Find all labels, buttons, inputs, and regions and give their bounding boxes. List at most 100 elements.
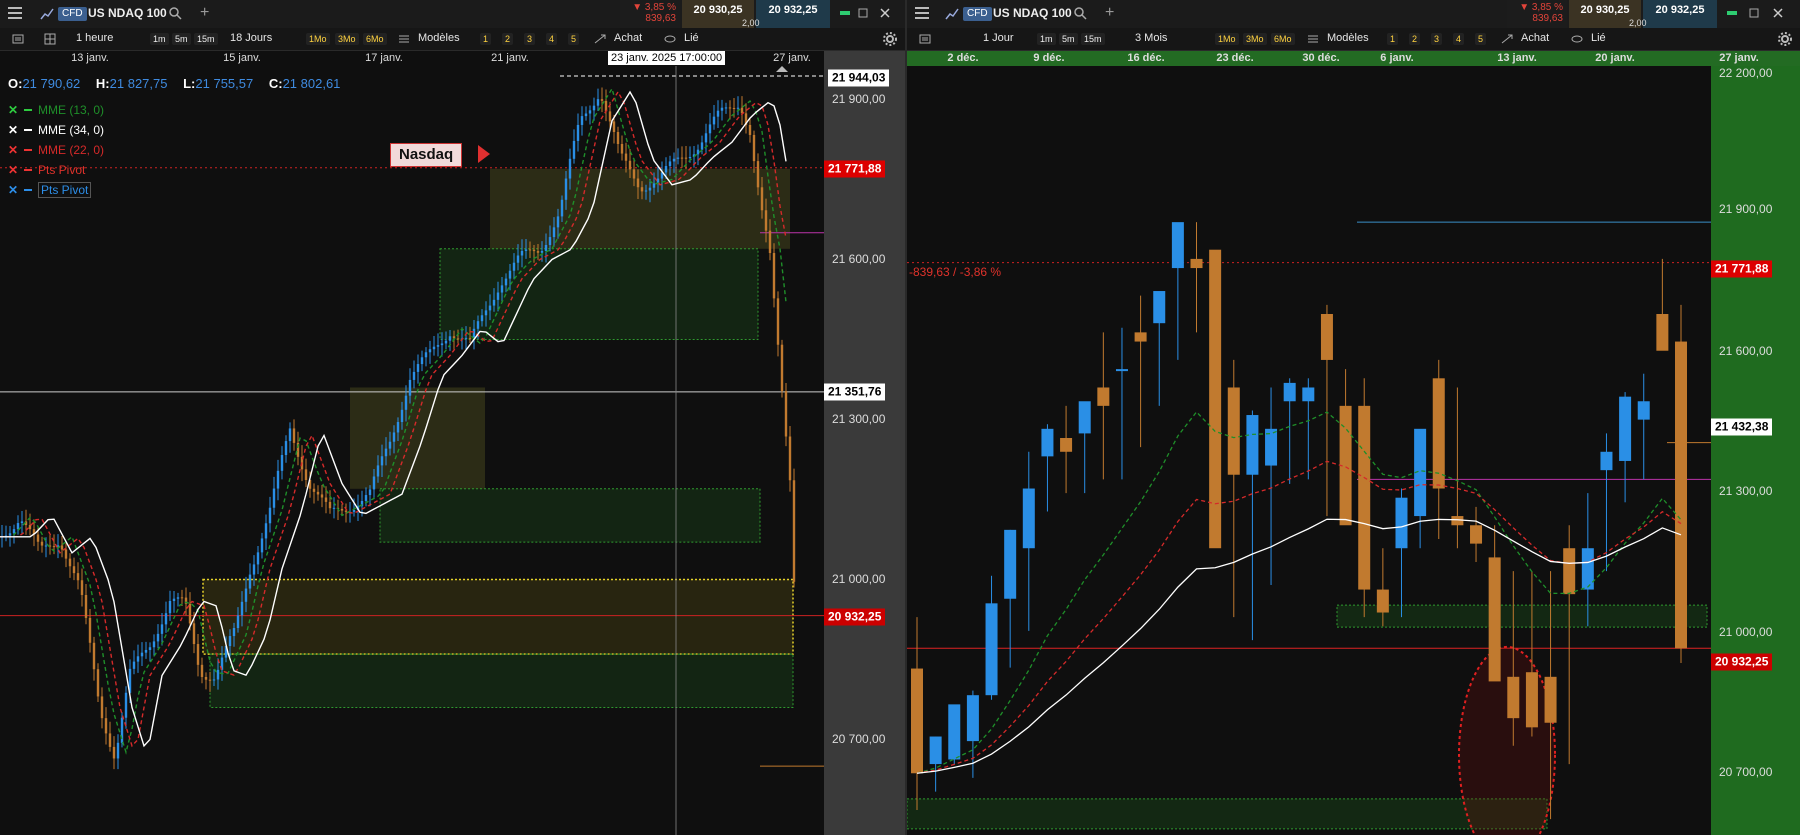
- range-select[interactable]: 18 Jours: [230, 32, 272, 44]
- menu-icon[interactable]: [8, 7, 22, 19]
- ohlc-label: C:: [268, 76, 283, 91]
- buy-button[interactable]: Achat: [614, 32, 642, 44]
- link-icon[interactable]: [1571, 33, 1583, 45]
- models-button[interactable]: Modèles: [418, 32, 460, 44]
- legend-ema34[interactable]: ✕ MME (34, 0): [8, 120, 104, 140]
- candle-body: [929, 736, 942, 765]
- range-1mo[interactable]: 1Mo: [1215, 33, 1239, 45]
- remove-icon: ✕: [8, 183, 19, 197]
- highlight-ellipse: [1458, 645, 1556, 835]
- candle-body: [600, 99, 604, 101]
- hourly-price-chart[interactable]: [0, 66, 824, 835]
- candle-body: [140, 652, 144, 657]
- expand-icon[interactable]: [1749, 8, 1759, 18]
- candle-body: [104, 718, 108, 734]
- grid-icon[interactable]: [44, 33, 56, 45]
- gear-icon[interactable]: [883, 32, 897, 46]
- expand-icon[interactable]: [858, 8, 868, 18]
- layout-5[interactable]: 5: [1475, 33, 1487, 45]
- add-tab-icon[interactable]: +: [200, 4, 209, 22]
- pivot-diff-label: -839,63 / -3,86 %: [909, 265, 1002, 279]
- range-select[interactable]: 3 Mois: [1135, 32, 1167, 44]
- list-icon[interactable]: [919, 33, 931, 45]
- nasdaq-annotation[interactable]: Nasdaq: [390, 143, 463, 167]
- candle-body: [288, 428, 292, 442]
- layout-5[interactable]: 5: [568, 33, 580, 45]
- search-icon[interactable]: [1073, 6, 1087, 20]
- link-icon[interactable]: [664, 33, 676, 45]
- legend-ema22[interactable]: ✕ MME (22, 0): [8, 140, 104, 160]
- range-3mo[interactable]: 3Mo: [335, 33, 359, 45]
- pivot-price-tag: 21 771,88: [824, 160, 886, 178]
- ref-price-tag: 21 351,76: [824, 383, 886, 401]
- layout-4[interactable]: 4: [546, 33, 558, 45]
- close-icon[interactable]: [1773, 8, 1783, 18]
- price-axis[interactable]: 22 200,00 21 900,00 21 600,00 21 300,00 …: [1711, 66, 1800, 835]
- close-icon[interactable]: [880, 8, 890, 18]
- range-6mo[interactable]: 6Mo: [1271, 33, 1295, 45]
- layout-4[interactable]: 4: [1453, 33, 1465, 45]
- change-percent: ▼ 3,85 %: [1519, 2, 1563, 13]
- legend-label: Pts Pivot: [38, 163, 86, 177]
- range-1mo[interactable]: 1Mo: [306, 33, 330, 45]
- buy-button[interactable]: Achat: [1521, 32, 1549, 44]
- legend-pivot-red[interactable]: ✕ Pts Pivot: [8, 160, 104, 180]
- interval-select[interactable]: 1 heure: [76, 32, 113, 44]
- range-6mo[interactable]: 6Mo: [363, 33, 387, 45]
- ask-button[interactable]: 20 932,25: [1643, 0, 1717, 28]
- list-icon[interactable]: [12, 33, 24, 45]
- chart-pane-hourly[interactable]: CFD US NDAQ 100 + ▼ 3,85 % 839,63 20 930…: [0, 0, 905, 835]
- remove-icon: ✕: [8, 143, 19, 157]
- layout-1[interactable]: 1: [1387, 33, 1399, 45]
- range-3mo[interactable]: 3Mo: [1243, 33, 1267, 45]
- daily-candlestick-chart[interactable]: [907, 66, 1711, 835]
- candle-body: [16, 523, 20, 530]
- legend-pivot-blue[interactable]: ✕ Pts Pivot: [8, 180, 104, 200]
- date-label: 21 janv.: [491, 52, 529, 64]
- candle-body: [208, 679, 212, 681]
- candle-body: [528, 249, 532, 251]
- candle-body: [985, 603, 998, 696]
- candle-body: [1507, 676, 1520, 719]
- layout-1[interactable]: 1: [480, 33, 492, 45]
- menu-icon[interactable]: [915, 7, 929, 19]
- minimize-icon[interactable]: [1727, 8, 1737, 18]
- layout-3[interactable]: 3: [524, 33, 536, 45]
- buy-icon[interactable]: [1501, 33, 1513, 45]
- add-tab-icon[interactable]: +: [1105, 4, 1114, 22]
- gear-icon[interactable]: [1778, 32, 1792, 46]
- candle-body: [568, 158, 572, 179]
- candle-body: [1675, 341, 1687, 649]
- interval-15m[interactable]: 15m: [1081, 33, 1105, 45]
- models-icon[interactable]: [1307, 33, 1319, 45]
- candle-body: [280, 455, 284, 471]
- interval-1m[interactable]: 1m: [150, 33, 169, 45]
- last-price-tag: 20 932,25: [1711, 653, 1773, 671]
- linked-button[interactable]: Lié: [1591, 32, 1606, 44]
- models-icon[interactable]: [398, 33, 410, 45]
- candle-body: [1563, 548, 1576, 595]
- interval-select[interactable]: 1 Jour: [983, 32, 1014, 44]
- interval-1m[interactable]: 1m: [1037, 33, 1056, 45]
- symbol-name[interactable]: US NDAQ 100: [993, 6, 1072, 20]
- ask-button[interactable]: 20 932,25: [756, 0, 830, 28]
- interval-15m[interactable]: 15m: [194, 33, 218, 45]
- models-button[interactable]: Modèles: [1327, 32, 1369, 44]
- linked-button[interactable]: Lié: [684, 32, 699, 44]
- interval-5m[interactable]: 5m: [172, 33, 191, 45]
- buy-icon[interactable]: [594, 33, 606, 45]
- candle-body: [260, 538, 264, 553]
- demand-zone-yellow: [202, 578, 794, 655]
- chart-pane-daily[interactable]: CFD US NDAQ 100 + ▼ 3,85 % 839,63 20 930…: [907, 0, 1800, 835]
- interval-5m[interactable]: 5m: [1059, 33, 1078, 45]
- candle-body: [372, 476, 376, 490]
- layout-3[interactable]: 3: [1431, 33, 1443, 45]
- symbol-name[interactable]: US NDAQ 100: [88, 6, 167, 20]
- legend-ema13[interactable]: ✕ MME (13, 0): [8, 100, 104, 120]
- search-icon[interactable]: [168, 6, 182, 20]
- layout-2[interactable]: 2: [502, 33, 514, 45]
- layout-2[interactable]: 2: [1409, 33, 1421, 45]
- minimize-icon[interactable]: [840, 8, 850, 18]
- remove-icon: ✕: [8, 163, 19, 177]
- candle-body: [768, 230, 772, 254]
